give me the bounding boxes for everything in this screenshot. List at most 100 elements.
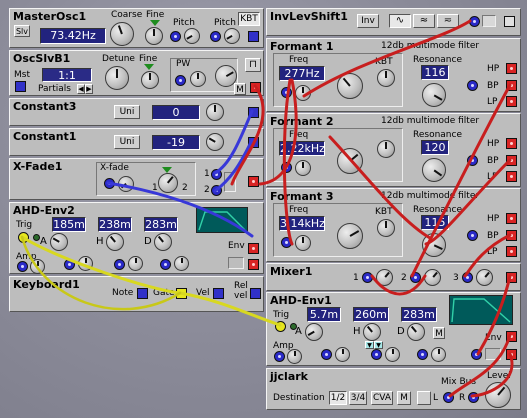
level-knob[interactable] [485,382,511,408]
right-input[interactable] [468,392,479,403]
shift-input[interactable] [469,16,480,27]
audio-output[interactable] [248,259,259,270]
pw-input[interactable] [175,75,186,86]
trig-input[interactable] [275,321,286,332]
fine-knob[interactable] [145,27,163,45]
destination-1-2-button[interactable]: 1/2 [329,391,347,405]
lp-output[interactable] [506,96,517,107]
resonance-knob[interactable] [422,158,446,182]
note-output[interactable] [137,288,148,299]
mixer-input-2[interactable] [410,272,421,283]
attack-mod-knob[interactable] [335,347,350,362]
mixer-level-knob-3[interactable] [476,269,493,286]
resonance-knob[interactable] [422,233,446,257]
trig-input[interactable] [18,232,29,243]
hold-mod-knob[interactable] [385,347,400,362]
rel-vel-output[interactable] [250,288,261,299]
decay-knob[interactable] [407,323,425,341]
hold-mod-knob[interactable] [128,256,143,271]
xfade-mod-knob[interactable] [118,176,134,192]
kbt-knob[interactable] [377,69,395,87]
decay-mod-knob[interactable] [174,256,189,271]
bp-output[interactable] [506,80,517,91]
freq-knob[interactable] [337,148,363,174]
hold-down-button[interactable]: ▼ [365,341,374,349]
kbt-button[interactable]: KBT [238,12,260,26]
attack-mod-input[interactable] [64,259,75,270]
mute-button[interactable]: M [433,327,445,339]
partials-left-button[interactable]: ◀ [77,84,85,94]
hold-knob[interactable] [363,323,381,341]
detune-knob[interactable] [105,66,129,90]
freq-mod-knob[interactable] [295,160,311,176]
mixer-input-3[interactable] [462,272,473,283]
filter-audio-input[interactable] [467,230,478,241]
resonance-knob[interactable] [422,83,446,107]
kbt-knob[interactable] [377,140,395,158]
filter-audio-input[interactable] [467,155,478,166]
destination-3-4-button[interactable]: 3/4 [349,391,367,405]
mute-button[interactable]: M [234,83,246,95]
freq-mod-input[interactable] [281,87,292,98]
amp-input[interactable] [17,261,28,272]
hold-mod-input[interactable] [114,259,125,270]
mode-neg-button[interactable]: ≂ [437,14,459,28]
env-output[interactable] [506,331,517,342]
freq-mod-knob[interactable] [295,85,311,101]
pitch-knob-1[interactable] [184,28,200,44]
mixer-level-knob-1[interactable] [376,269,393,286]
lp-output[interactable] [506,246,517,257]
attack-knob[interactable] [305,323,323,341]
pitch-input-2[interactable] [210,31,221,42]
freq-mod-input[interactable] [281,237,292,248]
freq-mod-input[interactable] [281,162,292,173]
mode-sine-button[interactable]: ∿ [389,14,411,28]
uni-button[interactable]: Uni [114,135,140,149]
constant-output[interactable] [248,107,259,118]
freq-knob[interactable] [337,223,363,249]
mode-pos-button[interactable]: ≈ [413,14,435,28]
audio-input[interactable] [471,349,482,360]
hold-knob[interactable] [106,233,124,251]
pw-knob[interactable] [190,71,206,87]
fine-knob[interactable] [141,71,159,89]
uni-button[interactable]: Uni [114,105,140,119]
pitch-knob-2[interactable] [224,28,240,44]
mute-button[interactable]: M [397,391,411,405]
coarse-knob[interactable] [110,22,134,46]
bp-output[interactable] [506,230,517,241]
amp-input[interactable] [274,351,285,362]
decay-knob[interactable] [154,233,172,251]
decay-mod-knob[interactable] [431,347,446,362]
freq-mod-knob[interactable] [295,235,311,251]
master-input[interactable] [15,81,26,92]
mixer-level-knob-2[interactable] [424,269,441,286]
kbt-knob[interactable] [377,219,395,237]
lp-output[interactable] [506,171,517,182]
gate-output[interactable] [176,288,187,299]
partials-right-button[interactable]: ▶ [85,84,93,94]
freq-knob[interactable] [337,73,363,99]
mixer-input-1[interactable] [362,272,373,283]
mix-bus-button[interactable] [417,391,431,405]
attack-mod-knob[interactable] [78,256,93,271]
inv-button[interactable]: Inv [357,14,379,28]
mixer-output[interactable] [506,272,517,283]
hp-output[interactable] [506,138,517,149]
shift-output[interactable] [504,16,515,27]
env-output[interactable] [248,243,259,254]
hold-up-button[interactable]: ▼ [374,341,383,349]
attack-knob[interactable] [50,233,68,251]
constant-output[interactable] [248,137,259,148]
osc-output[interactable] [250,82,261,93]
vel-output[interactable] [213,288,224,299]
pitch-input-1[interactable] [170,31,181,42]
xfade-output[interactable] [248,176,259,187]
xfade-knob[interactable] [158,173,178,193]
bp-output[interactable] [506,155,517,166]
constant-knob[interactable] [206,133,224,151]
hp-output[interactable] [506,213,517,224]
slave-output[interactable] [248,31,259,42]
left-input[interactable] [443,392,454,403]
filter-audio-input[interactable] [467,80,478,91]
